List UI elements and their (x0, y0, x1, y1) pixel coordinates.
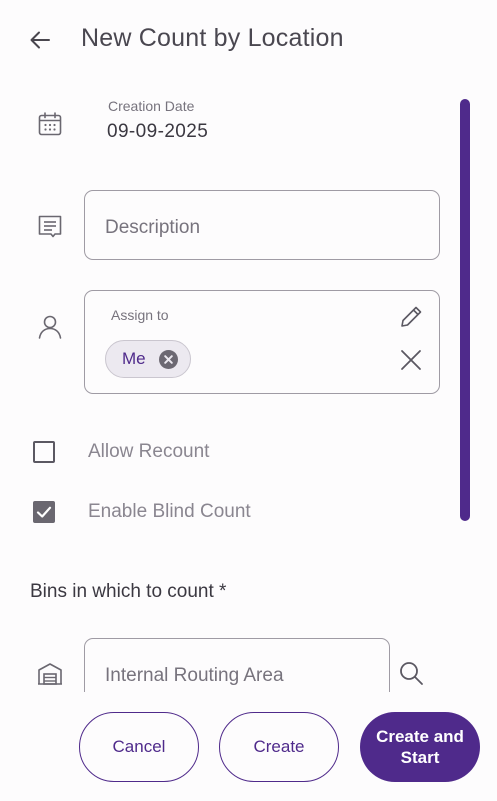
description-field[interactable]: Description (84, 190, 440, 260)
assignee-chip-label: Me (122, 349, 146, 368)
assign-to-field[interactable]: Assign to Me (84, 290, 440, 394)
page-title: New Count by Location (81, 24, 344, 52)
pencil-icon (401, 306, 422, 327)
checkmark-icon (36, 506, 52, 518)
cancel-button[interactable]: Cancel (79, 712, 199, 782)
creation-date-value: 09-09-2025 (107, 121, 209, 142)
description-placeholder: Description (105, 217, 201, 238)
action-footer: Cancel Create Create and Start (0, 692, 497, 801)
calendar-icon (35, 109, 65, 139)
close-icon (401, 350, 421, 370)
bins-field[interactable]: Internal Routing Area (84, 638, 390, 692)
search-icon (400, 662, 423, 685)
scrollbar-thumb[interactable] (460, 99, 470, 521)
form-scroll-area[interactable]: Creation Date 09-09-2025 Description Ass… (0, 80, 497, 692)
warehouse-icon (35, 659, 65, 689)
enable-blind-count-checkbox[interactable] (33, 501, 55, 523)
person-icon (35, 311, 65, 341)
bins-placeholder: Internal Routing Area (105, 665, 284, 686)
create-and-start-button[interactable]: Create and Start (360, 712, 480, 782)
edit-assignee-button[interactable] (396, 302, 426, 332)
chip-remove-icon[interactable] (158, 349, 178, 369)
create-button[interactable]: Create (219, 712, 339, 782)
clear-assignee-button[interactable] (396, 345, 426, 375)
bins-section-title: Bins in which to count * (30, 581, 227, 602)
back-button[interactable] (24, 24, 56, 56)
enable-blind-count-label: Enable Blind Count (88, 501, 251, 522)
note-icon (35, 211, 65, 241)
allow-recount-checkbox[interactable] (33, 441, 55, 463)
allow-recount-label: Allow Recount (88, 441, 210, 462)
bins-search-button[interactable] (396, 658, 426, 688)
app-header: New Count by Location (0, 0, 497, 80)
arrow-left-icon (30, 31, 50, 49)
creation-date-label: Creation Date (108, 98, 195, 114)
assignee-chip[interactable]: Me (105, 340, 191, 378)
assign-to-label: Assign to (111, 307, 169, 323)
